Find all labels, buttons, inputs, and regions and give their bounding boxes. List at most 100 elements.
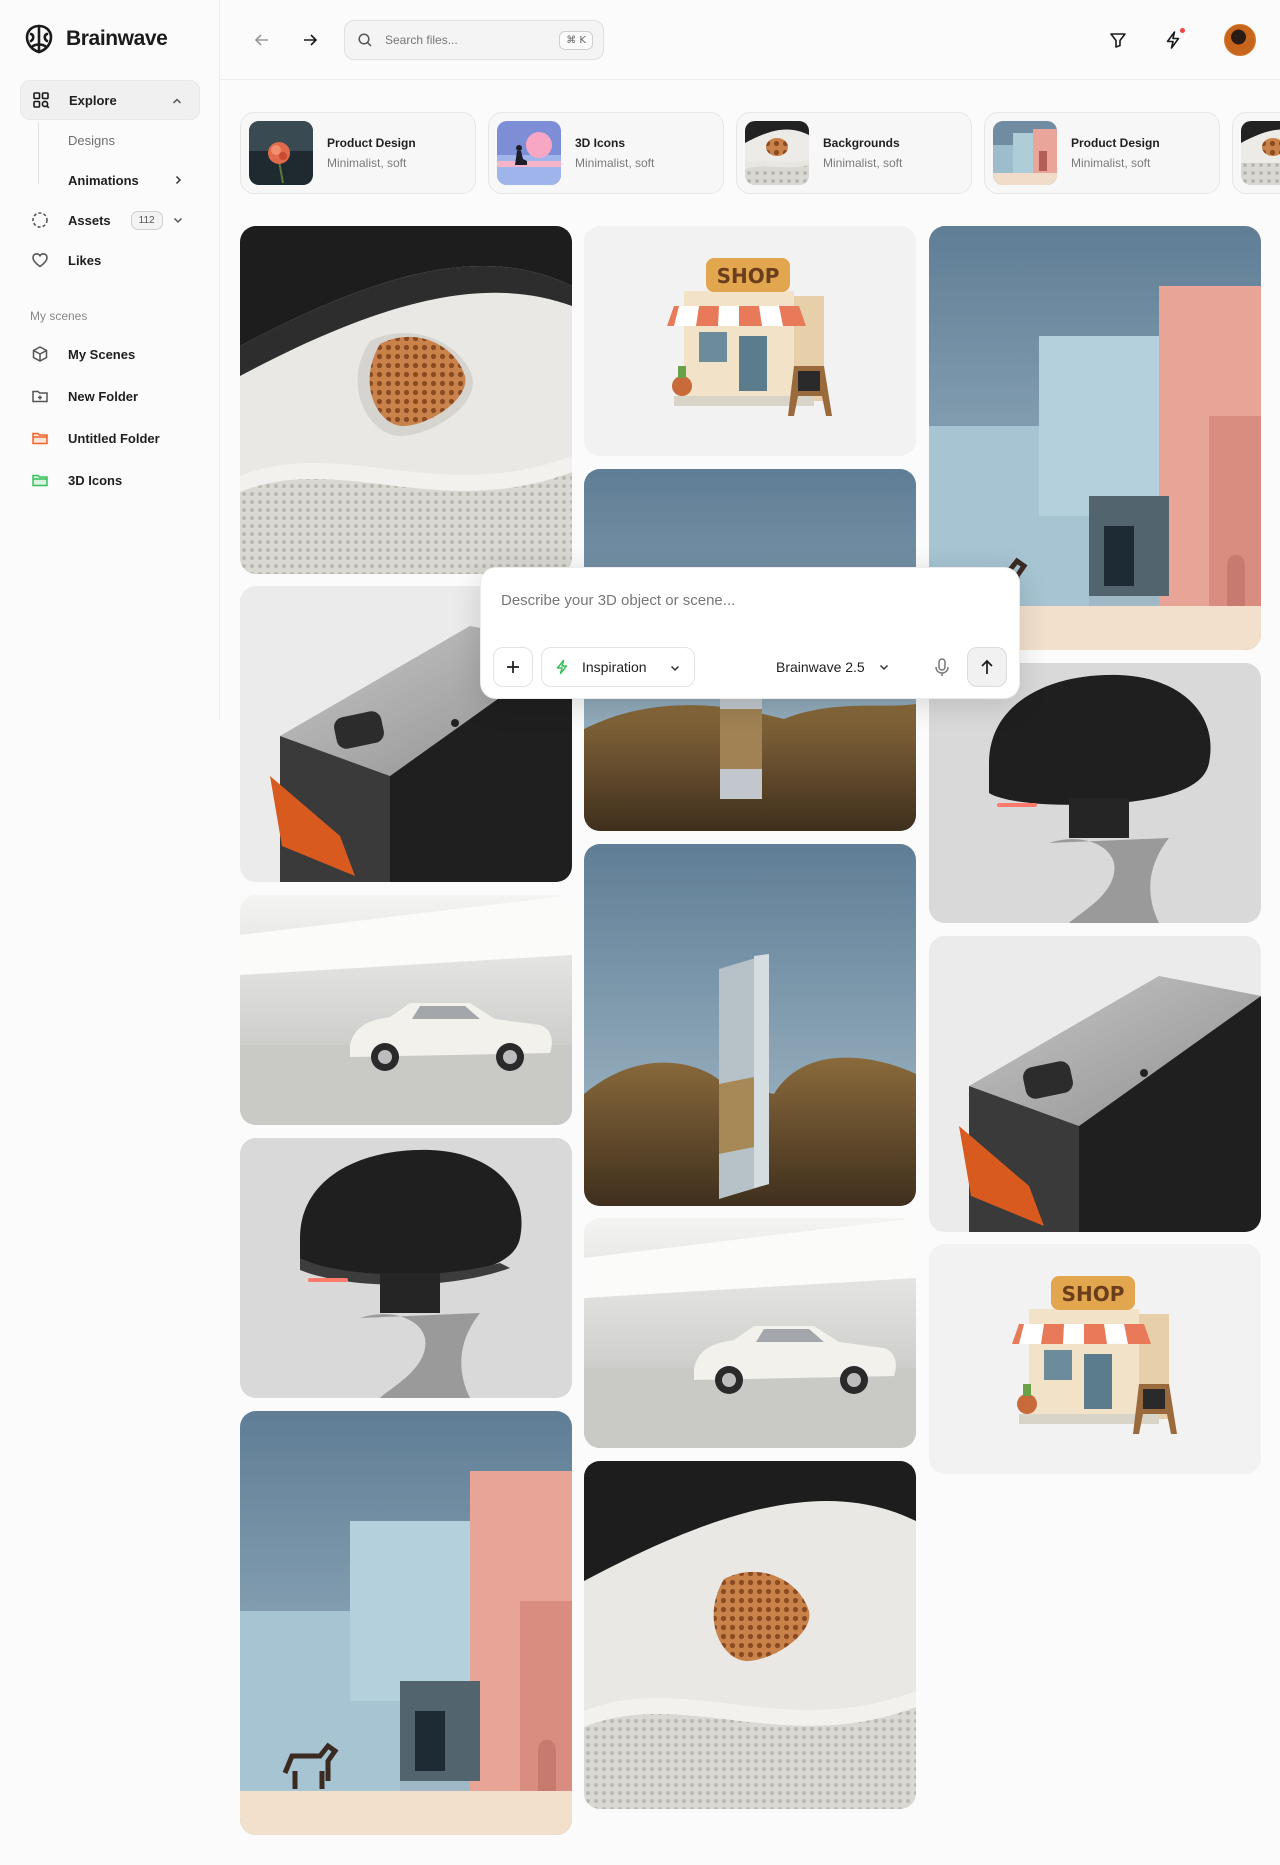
gallery-tile-monolith-2[interactable] xyxy=(584,844,916,1206)
chevron-right-icon[interactable] xyxy=(170,172,186,188)
category-card[interactable]: Product Design Minimalist, soft xyxy=(984,112,1220,194)
chevron-down-icon xyxy=(879,664,888,671)
sidebar: Brainwave Explore Designs Animations Ass… xyxy=(0,0,220,720)
prompt-input[interactable] xyxy=(501,592,981,609)
assets-icon xyxy=(30,210,50,230)
forward-button[interactable] xyxy=(296,26,324,54)
category-text: Product Design Minimalist, soft xyxy=(327,136,416,170)
nav-assets-label: Assets xyxy=(68,212,111,228)
category-text: 3D Icons Minimalist, soft xyxy=(575,136,654,170)
category-subtitle: Minimalist, soft xyxy=(575,156,655,170)
nav-my-scenes-label: My Scenes xyxy=(68,346,136,362)
gallery-tile-shop-2[interactable]: SHOP xyxy=(929,1244,1261,1474)
prompt-panel: Inspiration Brainwave 2.5 xyxy=(480,567,1020,699)
search-icon xyxy=(358,33,372,47)
search-input[interactable] xyxy=(385,33,545,47)
cube-icon xyxy=(30,344,50,364)
nav-3d-icons-label: 3D Icons xyxy=(68,472,123,488)
notification-dot xyxy=(1180,28,1185,33)
nav-untitled-folder[interactable]: Untitled Folder xyxy=(20,417,200,459)
nav-explore-label: Explore xyxy=(69,92,117,108)
category-card[interactable]: 3D Icons Minimalist, soft xyxy=(488,112,724,194)
nav-new-folder[interactable]: New Folder xyxy=(20,375,200,417)
category-card[interactable]: Product Design Minimalist, soft xyxy=(240,112,476,194)
lightning-icon xyxy=(556,659,568,675)
top-bar: ⌘ K xyxy=(220,0,1280,80)
brand[interactable]: Brainwave xyxy=(22,22,168,56)
inspiration-label: Inspiration xyxy=(582,659,647,675)
category-title: Backgrounds xyxy=(823,136,900,150)
category-thumbnail xyxy=(993,121,1057,185)
category-title: Product Design xyxy=(327,136,416,150)
gallery-tile-car-2[interactable] xyxy=(584,1218,916,1448)
back-button[interactable] xyxy=(248,26,276,54)
nav-new-folder-label: New Folder xyxy=(68,388,139,404)
primary-nav: Explore Designs Animations Assets 112 Li… xyxy=(20,80,200,280)
heart-icon xyxy=(30,250,50,270)
scenes-nav: My Scenes New Folder Untitled Folder 3D … xyxy=(20,333,200,501)
nav-likes[interactable]: Likes xyxy=(20,240,200,280)
filter-button[interactable] xyxy=(1104,26,1132,54)
category-card[interactable] xyxy=(1232,112,1280,194)
gallery-tile-buildings[interactable] xyxy=(240,1411,572,1835)
category-thumbnail xyxy=(745,121,809,185)
nav-animations[interactable]: Animations xyxy=(20,160,200,200)
app-name: Brainwave xyxy=(66,27,168,50)
shortcut-hint: ⌘ K xyxy=(559,31,593,50)
add-button[interactable] xyxy=(493,647,533,687)
arrow-right-icon xyxy=(304,34,318,46)
inspiration-dropdown[interactable]: Inspiration xyxy=(541,647,695,687)
grid-search-icon xyxy=(31,90,51,110)
category-card[interactable]: Backgrounds Minimalist, soft xyxy=(736,112,972,194)
nav-designs[interactable]: Designs xyxy=(20,120,200,160)
category-thumbnail xyxy=(1241,121,1280,185)
chevron-up-icon[interactable] xyxy=(169,93,185,109)
arrow-up-icon xyxy=(981,659,993,674)
lightning-icon xyxy=(1166,31,1180,49)
category-text: Backgrounds Minimalist, soft xyxy=(823,136,902,170)
category-thumbnail xyxy=(497,121,561,185)
section-label-my-scenes: My scenes xyxy=(30,309,88,323)
category-text: Product Design Minimalist, soft xyxy=(1071,136,1160,170)
nav-likes-label: Likes xyxy=(68,252,102,268)
category-thumbnail xyxy=(249,121,313,185)
shop-sign-text: SHOP xyxy=(717,264,780,288)
folder-icon-green xyxy=(30,470,50,490)
assets-count-badge: 112 xyxy=(130,210,163,230)
category-subtitle: Minimalist, soft xyxy=(327,156,407,170)
chevron-down-icon xyxy=(670,665,680,672)
send-button[interactable] xyxy=(967,647,1007,687)
gallery-tile-shop[interactable]: SHOP xyxy=(584,226,916,456)
gallery-tile-fabric[interactable] xyxy=(240,226,572,574)
gallery-tile-device-2[interactable] xyxy=(929,936,1261,1232)
gallery-tile-fabric-2[interactable] xyxy=(584,1461,916,1809)
arrow-left-icon xyxy=(254,34,268,46)
gallery-tile-helmet-2[interactable] xyxy=(929,663,1261,923)
nav-assets[interactable]: Assets 112 xyxy=(20,200,200,240)
category-title: 3D Icons xyxy=(575,136,626,150)
category-strip: Product Design Minimalist, soft 3D Icons… xyxy=(240,112,1280,194)
microphone-icon[interactable] xyxy=(931,656,953,678)
model-selector[interactable]: Brainwave 2.5 xyxy=(776,647,891,687)
nav-3d-icons[interactable]: 3D Icons xyxy=(20,459,200,501)
category-subtitle: Minimalist, soft xyxy=(1071,156,1151,170)
category-title: Product Design xyxy=(1071,136,1160,150)
model-label: Brainwave 2.5 xyxy=(776,659,865,675)
folder-icon-orange xyxy=(30,428,50,448)
brain-logo-icon xyxy=(25,24,53,54)
folder-plus-icon xyxy=(30,386,50,406)
filter-icon xyxy=(1110,33,1126,48)
gallery-tile-helmet[interactable] xyxy=(240,1138,572,1398)
avatar[interactable] xyxy=(1224,24,1256,56)
activity-button[interactable] xyxy=(1159,26,1187,54)
nav-my-scenes[interactable]: My Scenes xyxy=(20,333,200,375)
nav-explore[interactable]: Explore xyxy=(20,80,200,120)
chevron-down-icon[interactable] xyxy=(170,212,186,228)
nav-animations-label: Animations xyxy=(68,172,139,188)
shop-sign-text-2: SHOP xyxy=(1062,1282,1125,1306)
category-subtitle: Minimalist, soft xyxy=(823,156,903,170)
plus-icon xyxy=(507,661,519,673)
nav-untitled-folder-label: Untitled Folder xyxy=(68,430,160,446)
gallery-tile-car[interactable] xyxy=(240,895,572,1125)
search-box[interactable]: ⌘ K xyxy=(344,20,604,60)
